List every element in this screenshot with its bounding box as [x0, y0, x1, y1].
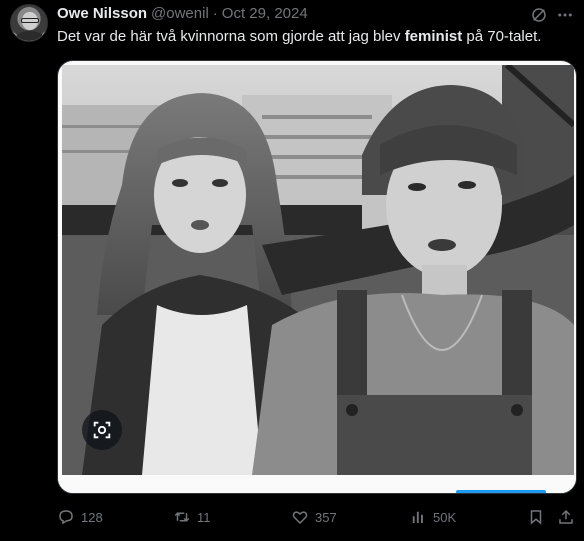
lens-icon[interactable]: [82, 410, 122, 450]
tweet-actions: 128 11 357 50K: [57, 506, 577, 528]
author-handle[interactable]: @owenil: [151, 5, 209, 22]
media-accent-bar: [456, 490, 546, 493]
like-button[interactable]: 357: [291, 506, 337, 528]
header-separator: ·: [212, 5, 218, 22]
retweet-icon: [174, 512, 190, 522]
reply-button[interactable]: 128: [57, 506, 103, 528]
retweet-count: 11: [197, 509, 211, 525]
tweet-photo[interactable]: [62, 65, 574, 475]
bookmark-icon: [530, 510, 542, 525]
photo-illustration: [62, 65, 574, 475]
tweet-text: Det var de här två kvinnorna som gjorde …: [57, 27, 577, 47]
retweet-button[interactable]: 11: [173, 506, 211, 528]
tweet-header: Owe Nilsson @owenil · Oct 29, 2024: [57, 5, 308, 23]
grok-icon[interactable]: [530, 6, 548, 24]
tweet-date[interactable]: Oct 29, 2024: [222, 5, 308, 22]
avatar-glasses: [21, 18, 39, 23]
avatar-shoulders: [14, 31, 46, 41]
views-icon: [412, 511, 423, 523]
heart-icon: [292, 511, 308, 525]
views-button[interactable]: 50K: [409, 506, 456, 528]
tweet-text-start: Det var de här två kvinnorna som gjorde …: [57, 28, 405, 45]
share-icon: [559, 509, 573, 524]
share-button[interactable]: [557, 506, 575, 528]
like-count: 357: [315, 509, 337, 525]
views-count: 50K: [433, 509, 457, 525]
author-name[interactable]: Owe Nilsson: [57, 5, 147, 22]
tweet-media[interactable]: [57, 60, 577, 494]
tweet-text-end: på 70-talet.: [462, 28, 542, 45]
reply-count: 128: [81, 509, 103, 525]
avatar[interactable]: [10, 4, 48, 42]
tweet-text-bold: feminist: [404, 28, 463, 45]
more-icon[interactable]: [556, 6, 574, 24]
reply-icon: [59, 510, 73, 525]
bookmark-button[interactable]: [527, 506, 545, 528]
